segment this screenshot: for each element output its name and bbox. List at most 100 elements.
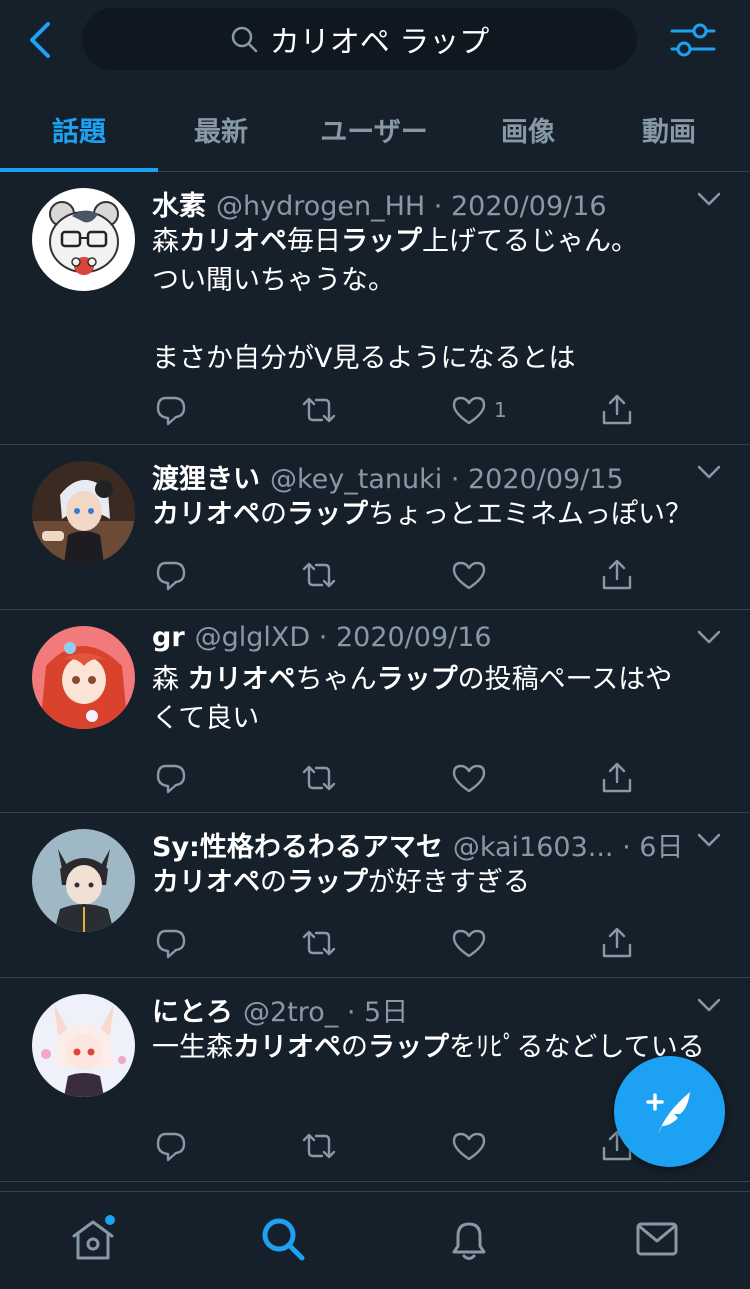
share-icon (602, 762, 632, 793)
tab-videos[interactable]: 動画 (606, 86, 732, 172)
tweet-text: カリオペのラップちょっとエミネムっぽい？ (152, 499, 692, 530)
like-button[interactable] (450, 555, 488, 595)
retweet-button[interactable] (300, 923, 338, 963)
share-button[interactable] (598, 923, 636, 963)
avatar[interactable] (32, 994, 135, 1097)
tweet-text: カリオペのラップが好きすぎる (152, 867, 530, 898)
chevron-left-icon (30, 22, 50, 58)
nav-search[interactable] (258, 1214, 308, 1264)
tweet-actions (152, 758, 652, 798)
search-input[interactable]: カリオペ ラップ (82, 8, 637, 70)
like-button[interactable] (450, 1126, 488, 1166)
search-query-text: カリオペ ラップ (269, 25, 490, 60)
reply-button[interactable] (152, 390, 190, 430)
display-name[interactable]: gr (152, 622, 185, 653)
handle-and-date: @kai1603... · 6日 (452, 832, 684, 863)
reply-icon (156, 1132, 186, 1162)
handle-and-date: @glglXD · 2020/09/16 (194, 622, 492, 653)
avatar[interactable] (32, 188, 135, 291)
chevron-down-icon[interactable] (696, 831, 722, 849)
chevron-down-icon[interactable] (696, 628, 722, 646)
retweet-icon (302, 562, 336, 588)
tweet[interactable]: 渡狸きい @key_tanuki · 2020/09/15 カリオペのラップちょ… (0, 445, 750, 610)
bell-icon (452, 1222, 486, 1260)
handle-and-date: @2tro_ · 5日 (243, 997, 409, 1028)
tweet-header: Sy:性格わるわるアマセ @kai1603... · 6日 (152, 825, 684, 864)
nav-messages[interactable] (632, 1214, 682, 1264)
tab-top[interactable]: 話題 (0, 86, 158, 172)
like-button[interactable] (450, 923, 488, 963)
tweet-actions (152, 923, 652, 963)
tweet-header: gr @glglXD · 2020/09/16 (152, 622, 492, 658)
tweet[interactable]: 水素 @hydrogen_HH · 2020/09/16 森カリオペ毎日ラップ上… (0, 172, 750, 445)
chevron-down-icon[interactable] (696, 190, 722, 208)
sliders-icon (670, 23, 716, 57)
avatar[interactable] (32, 626, 135, 729)
tab-photos[interactable]: 画像 (466, 86, 590, 172)
tweet-header: 渡狸きい @key_tanuki · 2020/09/15 (152, 457, 624, 496)
avatar[interactable] (32, 829, 135, 932)
like-icon (452, 929, 486, 958)
search-header: カリオペ ラップ (0, 0, 750, 80)
retweet-button[interactable] (300, 758, 338, 798)
search-filter-button[interactable] (668, 18, 718, 62)
reply-button[interactable] (152, 555, 190, 595)
tweet-actions (152, 1126, 652, 1166)
handle-and-date: @key_tanuki · 2020/09/15 (270, 464, 624, 495)
nav-notifications[interactable] (444, 1214, 494, 1264)
home-icon (72, 1215, 115, 1260)
like-icon (452, 1132, 486, 1161)
display-name[interactable]: Sy:性格わるわるアマセ (152, 825, 443, 864)
share-button[interactable] (598, 758, 636, 798)
retweet-button[interactable] (300, 555, 338, 595)
handle-and-date: @hydrogen_HH · 2020/09/16 (216, 191, 607, 222)
compose-tweet-button[interactable] (614, 1056, 725, 1167)
share-icon (602, 559, 632, 590)
display-name[interactable]: 渡狸きい (152, 457, 260, 496)
like-icon (452, 764, 486, 793)
share-icon (602, 927, 632, 958)
tweet[interactable]: gr @glglXD · 2020/09/16 森 カリオペちゃんラップの投稿ペ… (0, 610, 750, 813)
like-count: 1 (494, 398, 507, 422)
tweet-text: 森 カリオペちゃんラップの投稿ペースはやくて良い (152, 664, 673, 734)
tweet-header: にとろ @2tro_ · 5日 (152, 990, 409, 1029)
back-button[interactable] (22, 20, 58, 60)
like-icon (452, 396, 486, 425)
mail-icon (636, 1222, 678, 1256)
search-icon (231, 26, 257, 53)
chevron-down-icon[interactable] (696, 996, 722, 1014)
tweet-actions (152, 555, 652, 595)
tab-users[interactable]: ユーザー (300, 86, 448, 172)
display-name[interactable]: 水素 (152, 184, 206, 223)
reply-icon (156, 764, 186, 794)
search-results-screen: カリオペ ラップ 話題 最新 ユーザー 画像 動画 水素 @hydrogen_H… (0, 0, 750, 1289)
nav-home[interactable] (68, 1214, 118, 1264)
reply-button[interactable] (152, 923, 190, 963)
bottom-navigation (0, 1191, 750, 1289)
reply-icon (156, 396, 186, 426)
retweet-icon (302, 930, 336, 956)
chevron-down-icon[interactable] (696, 463, 722, 481)
retweet-icon (302, 1133, 336, 1159)
share-icon (602, 394, 632, 425)
reply-button[interactable] (152, 1126, 190, 1166)
search-tabs: 話題 最新 ユーザー 画像 動画 (0, 86, 750, 172)
display-name[interactable]: にとろ (152, 990, 233, 1029)
tab-latest[interactable]: 最新 (158, 86, 284, 172)
retweet-button[interactable] (300, 390, 338, 430)
share-button[interactable] (598, 555, 636, 595)
compose-tweet-icon (645, 1091, 690, 1134)
like-button[interactable] (450, 758, 488, 798)
like-icon (452, 561, 486, 590)
avatar[interactable] (32, 461, 135, 564)
search-icon (262, 1218, 305, 1261)
tweet-actions: 1 (152, 390, 652, 430)
tweet-text: 一生森カリオペのラップをﾘﾋﾟるなどしている (152, 1032, 705, 1063)
reply-icon (156, 561, 186, 591)
share-button[interactable] (598, 390, 636, 430)
reply-icon (156, 929, 186, 959)
tweet[interactable]: Sy:性格わるわるアマセ @kai1603... · 6日 カリオペのラップが好… (0, 813, 750, 978)
like-button[interactable]: 1 (450, 390, 507, 430)
reply-button[interactable] (152, 758, 190, 798)
retweet-button[interactable] (300, 1126, 338, 1166)
